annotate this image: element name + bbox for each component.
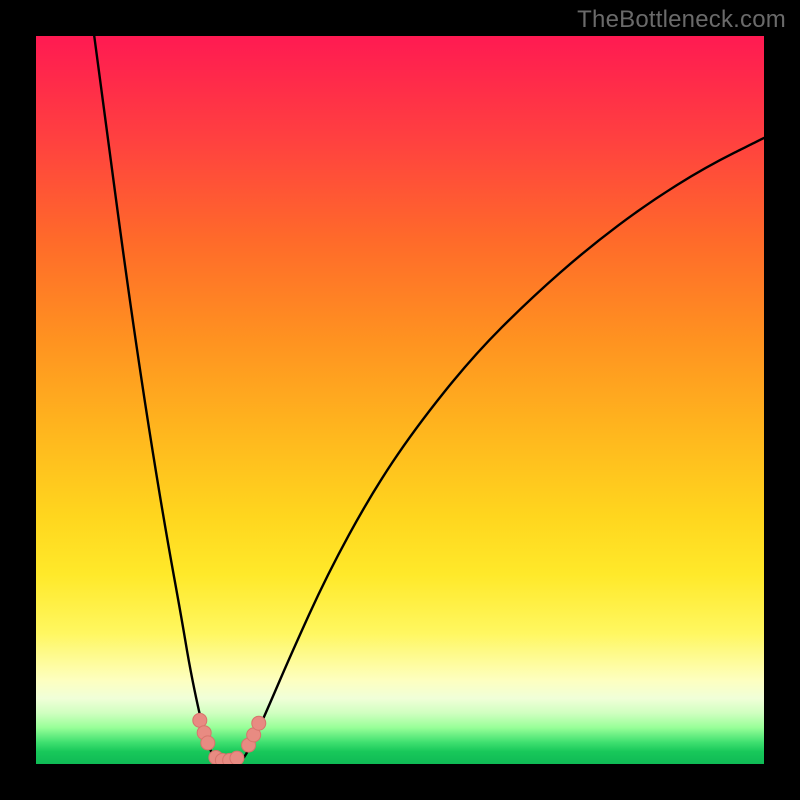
series-right-branch <box>240 138 764 763</box>
marker-left-cluster-low <box>201 736 215 750</box>
series-left-branch <box>94 36 218 763</box>
marker-trough-4 <box>230 751 244 764</box>
watermark-text: TheBottleneck.com <box>577 6 786 34</box>
bottleneck-curve <box>94 36 764 763</box>
data-markers <box>193 713 266 764</box>
curve-layer <box>36 36 764 764</box>
marker-right-cluster-top <box>252 716 266 730</box>
outer-frame: TheBottleneck.com <box>0 0 800 800</box>
plot-area <box>36 36 764 764</box>
